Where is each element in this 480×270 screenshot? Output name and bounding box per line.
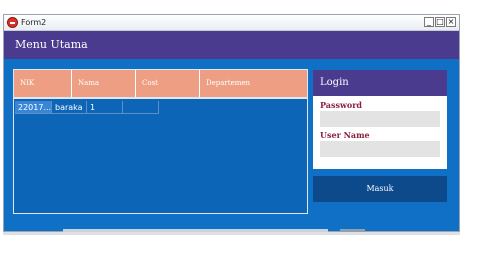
table-cell-nama[interactable]: baraka: [52, 101, 87, 114]
password-field[interactable]: [320, 111, 440, 127]
page-title: Menu Utama: [15, 38, 88, 51]
username-label: User Name: [320, 130, 370, 140]
column-header-nik[interactable]: NIK: [14, 70, 72, 97]
window-bottom-edge: [3, 232, 460, 235]
table-cell-cost[interactable]: 1: [87, 101, 123, 114]
login-button[interactable]: Masuk: [313, 176, 447, 202]
app-icon[interactable]: [7, 17, 18, 28]
table-cell-departemen[interactable]: [123, 101, 159, 114]
column-header-cost[interactable]: Cost: [136, 70, 200, 97]
grid-header-divider: [14, 97, 307, 99]
password-label: Password: [320, 100, 363, 110]
taskbar-strip: [63, 229, 328, 232]
table-cell-nik[interactable]: 22017...: [15, 101, 52, 114]
minimize-button[interactable]: _: [424, 17, 434, 27]
column-header-nama[interactable]: Nama: [72, 70, 136, 97]
maximize-button[interactable]: □: [435, 17, 445, 27]
column-header-departemen[interactable]: Departemen: [200, 70, 307, 97]
login-title: Login: [320, 77, 349, 88]
username-field[interactable]: [320, 141, 440, 157]
window-title: Form2: [21, 18, 47, 27]
close-button[interactable]: ×: [446, 17, 456, 27]
taskbar-strip-mark: [340, 229, 365, 232]
title-bar[interactable]: [4, 15, 459, 31]
